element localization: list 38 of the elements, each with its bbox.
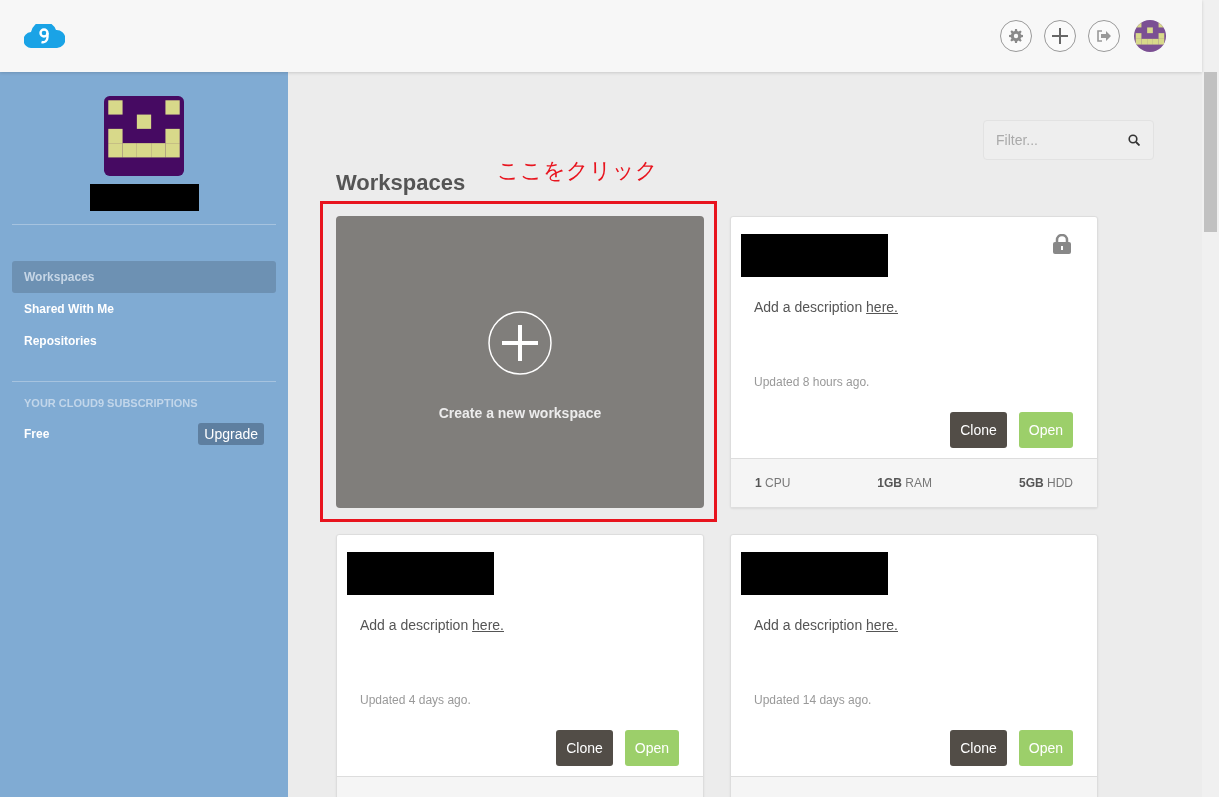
search-icon [1128,134,1140,146]
spec-label: 1GB RAM [877,476,932,490]
create-workspace-label: Create a new workspace [438,405,602,421]
cloud-logo[interactable] [24,24,65,48]
page-title: Workspaces [336,170,466,196]
add-description-link[interactable]: here. [472,617,504,633]
logout-icon [1097,30,1111,42]
scroll-thumb[interactable] [1204,72,1217,232]
plan-label: Free [24,427,50,441]
spec-label: 1 CPU [755,476,791,490]
add-description-link[interactable]: here. [866,617,898,633]
sidebar-item[interactable]: Workspaces [12,261,276,293]
description-text: Add a description here. [360,617,505,633]
updated-time: Updated 14 days ago. [754,693,873,707]
settings-icon [1009,29,1023,43]
updated-time: Updated 4 days ago. [360,693,472,707]
clone-button[interactable]: Clone [950,412,1007,448]
section-heading: YOUR CLOUD9 SUBSCRIPTIONS [23,397,199,409]
spec-label: 5GB HDD [1018,476,1073,490]
add-description-link[interactable]: here. [866,299,898,315]
add-button[interactable] [1044,20,1076,52]
sidebar-item[interactable]: Repositories [12,325,276,357]
create-workspace-card[interactable]: Create a new workspace [336,216,704,508]
annotation-text: ここをクリック [497,157,659,185]
scrollbar[interactable] [1202,0,1219,797]
updated-time: Updated 8 hours ago. [754,375,871,389]
clone-button[interactable]: Clone [556,730,613,766]
description-text: Add a description here. [754,299,899,315]
clone-button[interactable]: Clone [950,730,1007,766]
description-text: Add a description here. [754,617,899,633]
plus-icon [488,311,552,375]
avatar[interactable] [1134,20,1166,52]
plus-icon [1051,27,1069,45]
logout-button[interactable] [1088,20,1120,52]
settings-button[interactable] [1000,20,1032,52]
filter-field[interactable]: Filter... [983,120,1154,160]
upgrade-button[interactable]: Upgrade [198,423,264,445]
sidebar-item[interactable]: Shared With Me [12,293,276,325]
